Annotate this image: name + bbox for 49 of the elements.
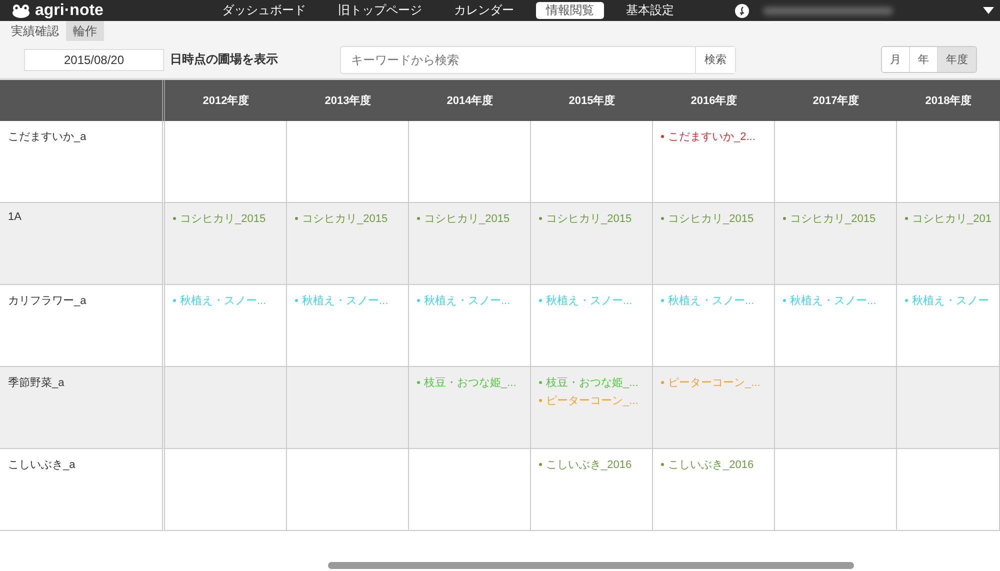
crop-entry[interactable]: 枝豆・おつな姫_... xyxy=(539,375,638,390)
nav-tab[interactable]: 基本設定 xyxy=(616,2,684,19)
crop-entry[interactable]: 秋植え・スノー... xyxy=(783,293,876,308)
column-header: 2014年度 xyxy=(409,80,531,121)
column-header: 2018年度 xyxy=(897,80,1000,121)
crop-entry[interactable]: 枝豆・おつな姫_... xyxy=(417,375,516,390)
crop-entry[interactable]: こだますいか_2... xyxy=(661,129,756,144)
crop-entry[interactable]: 秋植え・スノー... xyxy=(539,293,632,308)
crop-entry[interactable]: コシヒカリ_2015 xyxy=(661,211,754,226)
search-button[interactable]: 検索 xyxy=(695,46,735,72)
crop-entry[interactable]: コシヒカリ_2015 xyxy=(783,211,876,226)
crop-entry[interactable]: こしいぶき_2016 xyxy=(661,457,754,472)
nav-tab[interactable]: 旧トップページ xyxy=(328,2,432,19)
column-header: 2016年度 xyxy=(653,80,775,121)
nav-tab[interactable]: カレンダー xyxy=(444,2,524,19)
dropdown-caret-icon[interactable] xyxy=(983,7,994,14)
crop-entry[interactable]: コシヒカリ_201 xyxy=(905,211,992,226)
sub-tab[interactable]: 実績確認 xyxy=(4,21,66,41)
sub-tab[interactable]: 輪作 xyxy=(66,21,104,41)
crop-entry[interactable]: 秋植え・スノー... xyxy=(417,293,510,308)
column-header: 2017年度 xyxy=(775,80,897,121)
column-header: 2013年度 xyxy=(287,80,409,121)
date-caption: 日時点の圃場を表示 xyxy=(170,51,279,68)
crop-entry[interactable]: 秋植え・スノー xyxy=(905,293,989,308)
search-field[interactable]: キーワードから検索 検索 xyxy=(340,46,736,74)
crop-entry[interactable]: コシヒカリ_2015 xyxy=(295,211,388,226)
horizontal-scrollbar[interactable] xyxy=(328,562,854,569)
crop-entry[interactable]: コシヒカリ_2015 xyxy=(173,211,266,226)
nav-tab[interactable]: 情報閲覧 xyxy=(536,2,604,19)
date-field[interactable]: 2015/08/20 xyxy=(24,48,164,70)
field-name-cell: 1A xyxy=(0,203,165,285)
crop-entry[interactable]: ピーターコーン_... xyxy=(539,393,638,408)
column-header: 2012年度 xyxy=(165,80,287,121)
app-logo: agri·note xyxy=(35,2,104,20)
crop-entry[interactable]: コシヒカリ_2015 xyxy=(539,211,632,226)
crop-entry[interactable]: 秋植え・スノー... xyxy=(661,293,754,308)
frog-icon xyxy=(12,4,30,18)
crop-entry[interactable]: ピーターコーン_... xyxy=(661,375,760,390)
period-toggle[interactable]: 年 xyxy=(909,47,937,72)
period-toggle[interactable]: 年度 xyxy=(937,47,976,72)
column-header: 2015年度 xyxy=(531,80,653,121)
period-toggle[interactable]: 月 xyxy=(882,47,909,72)
crop-entry[interactable]: コシヒカリ_2015 xyxy=(417,211,510,226)
field-name-cell: 季節野菜_a xyxy=(0,367,165,449)
crop-entry[interactable]: こしいぶき_2016 xyxy=(539,457,632,472)
crop-entry[interactable]: 秋植え・スノー... xyxy=(295,293,388,308)
crop-entry[interactable]: 秋植え・スノー... xyxy=(173,293,266,308)
nav-tab[interactable]: ダッシュボード xyxy=(212,2,316,19)
info-icon[interactable] xyxy=(735,4,749,18)
